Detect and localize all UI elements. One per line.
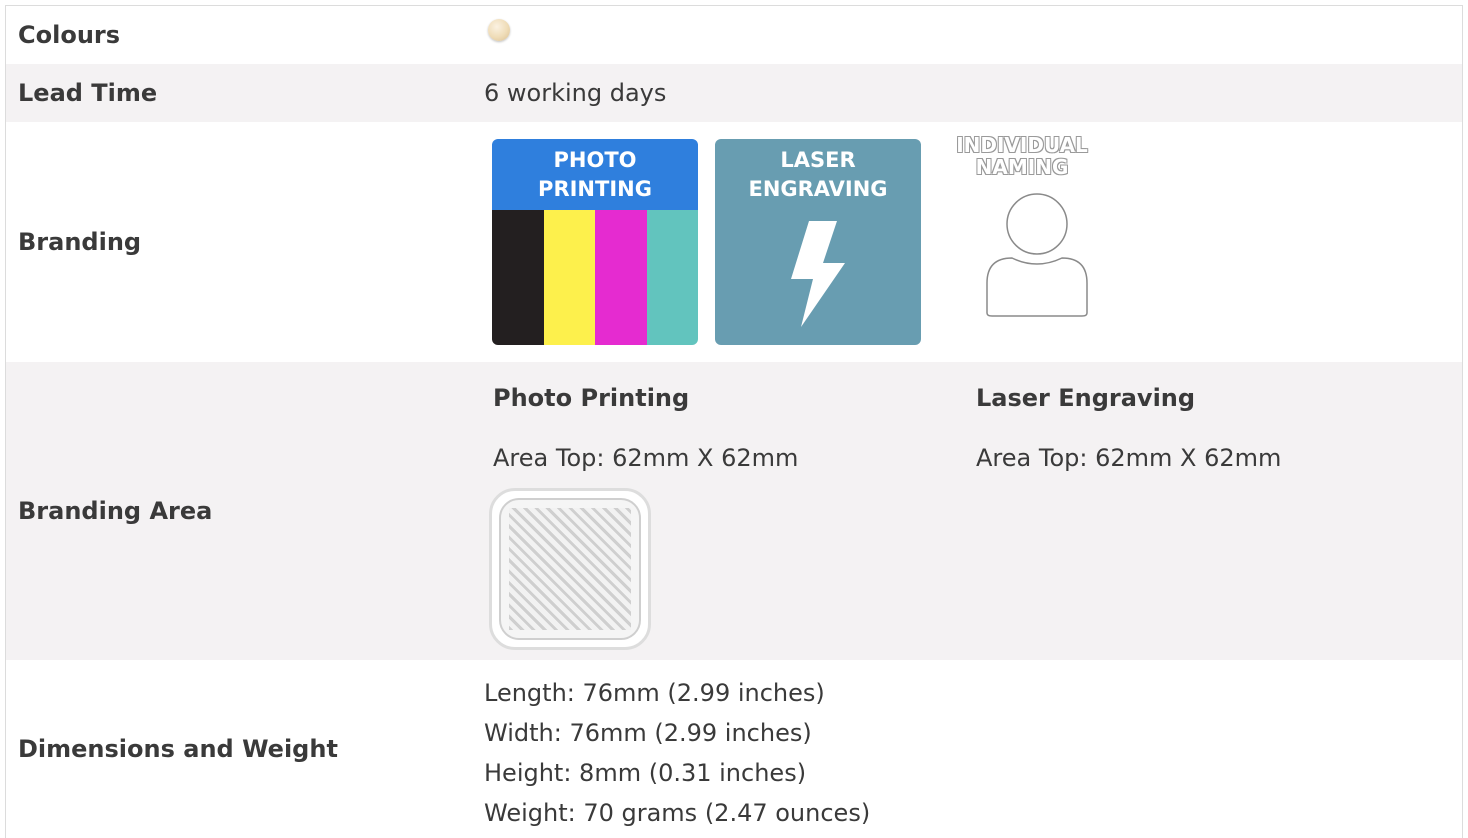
cmyk-bars — [492, 210, 698, 345]
individual-naming-line1: INDIVIDUAL — [956, 134, 1088, 157]
row-branding: Branding PHOTO PRINTING LASER ENGRAVING — [6, 122, 1462, 362]
cmyk-bar-cyan — [646, 210, 698, 345]
lead-time-value: 6 working days — [484, 79, 667, 107]
photo-printing-area-title: Photo Printing — [493, 384, 690, 412]
laser-engraving-option[interactable]: LASER ENGRAVING — [715, 139, 921, 345]
laser-engraving-heading: LASER ENGRAVING — [715, 146, 921, 204]
photo-printing-line2: PRINTING — [538, 177, 652, 201]
coaster-inner-border — [499, 498, 641, 640]
product-spec-table: Colours Lead Time 6 working days Brandin… — [5, 5, 1463, 838]
laser-engraving-line1: LASER — [780, 148, 856, 172]
individual-naming-line2: NAMING — [975, 155, 1069, 179]
lead-time-label: Lead Time — [18, 79, 158, 107]
cmyk-bar-black — [492, 210, 544, 345]
laser-engraving-area-size: Area Top: 62mm X 62mm — [976, 444, 1282, 472]
row-branding-area: Branding Area Photo Printing Area Top: 6… — [6, 362, 1462, 660]
laser-engraving-area-title: Laser Engraving — [976, 384, 1196, 412]
dimension-length: Length: 76mm (2.99 inches) — [484, 679, 825, 707]
print-area-hatch — [509, 508, 631, 630]
photo-printing-heading: PHOTO PRINTING — [492, 139, 698, 210]
row-dimensions: Dimensions and Weight Length: 76mm (2.99… — [6, 660, 1462, 838]
row-lead-time: Lead Time 6 working days — [6, 64, 1462, 122]
individual-naming-option[interactable]: INDIVIDUAL NAMING — [942, 134, 1102, 334]
branding-area-label: Branding Area — [18, 497, 213, 525]
branding-label: Branding — [18, 228, 142, 256]
laser-engraving-line2: ENGRAVING — [748, 177, 888, 201]
person-icon — [986, 193, 1088, 317]
dimension-height: Height: 8mm (0.31 inches) — [484, 759, 807, 787]
photo-printing-option[interactable]: PHOTO PRINTING — [492, 139, 698, 345]
cmyk-bar-magenta — [595, 210, 647, 345]
lightning-bolt-icon — [791, 221, 845, 327]
photo-printing-area-size: Area Top: 62mm X 62mm — [493, 444, 799, 472]
dimension-width: Width: 76mm (2.99 inches) — [484, 719, 812, 747]
coaster-print-area-diagram — [489, 488, 651, 650]
colour-swatch[interactable] — [488, 19, 510, 41]
individual-naming-heading: INDIVIDUAL NAMING — [942, 134, 1102, 178]
dimensions-list: Length: 76mm (2.99 inches) Width: 76mm (… — [484, 673, 870, 833]
dimension-weight: Weight: 70 grams (2.47 ounces) — [484, 799, 871, 827]
colours-label: Colours — [18, 21, 121, 49]
row-colours: Colours — [6, 6, 1462, 64]
photo-printing-line1: PHOTO — [553, 148, 637, 172]
cmyk-bar-yellow — [543, 210, 595, 345]
dimensions-label: Dimensions and Weight — [18, 735, 338, 763]
